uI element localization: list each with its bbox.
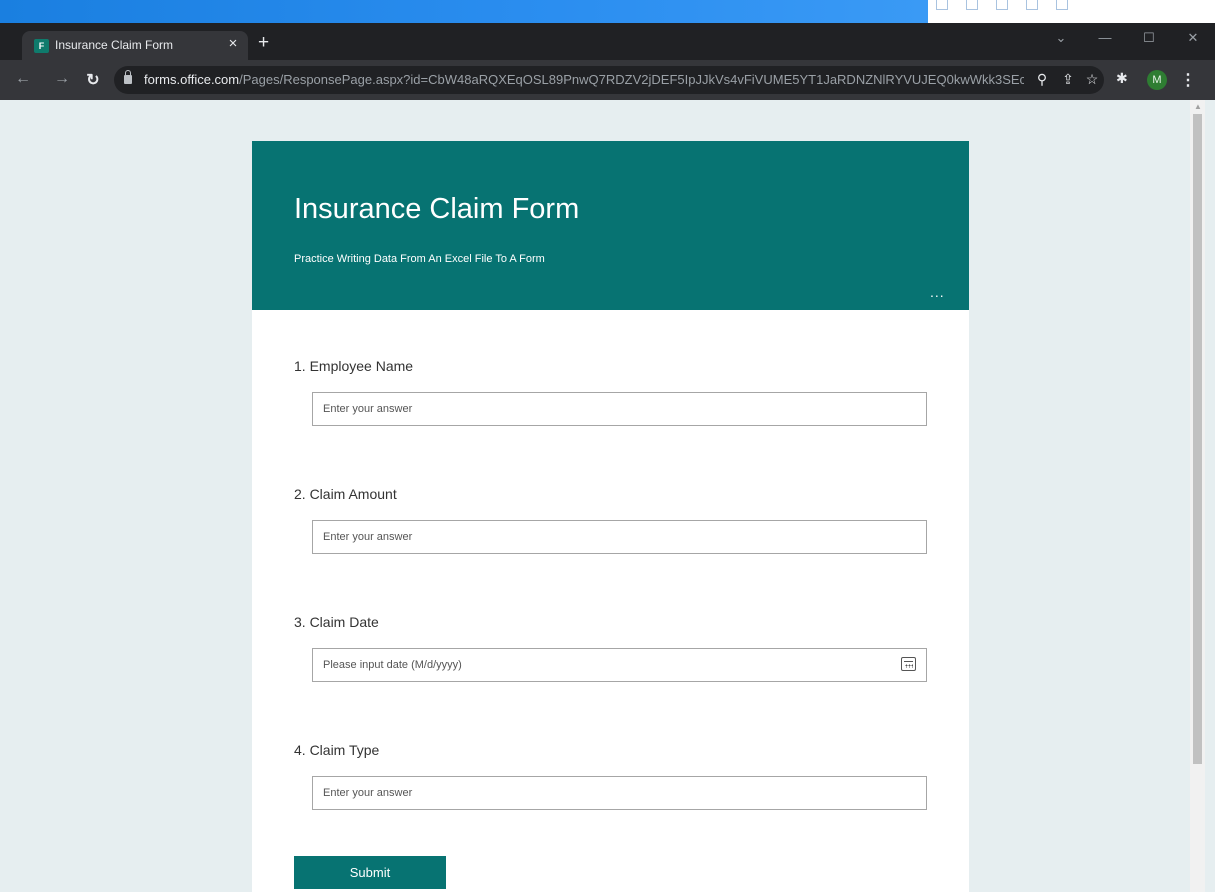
question-claim-amount: 2. Claim Amount xyxy=(294,486,927,554)
minimize-icon[interactable]: — xyxy=(1083,23,1127,53)
extensions-icon[interactable]: ✱ xyxy=(1116,70,1128,87)
menu-icon[interactable]: ⋮ xyxy=(1180,70,1196,90)
scroll-thumb[interactable] xyxy=(1193,114,1202,764)
scrollbar[interactable]: ▲ xyxy=(1190,100,1205,892)
close-window-icon[interactable]: ✕ xyxy=(1171,23,1215,53)
form-title: Insurance Claim Form xyxy=(294,193,580,225)
new-tab-button[interactable]: + xyxy=(258,32,269,54)
question-claim-date: 3. Claim Date xyxy=(294,614,927,682)
claim-amount-input[interactable] xyxy=(313,521,926,553)
question-label: 2. Claim Amount xyxy=(294,486,397,502)
answer-box[interactable] xyxy=(312,520,927,554)
desktop-icon xyxy=(996,0,1008,10)
page-viewport: Insurance Claim Form Practice Writing Da… xyxy=(0,100,1215,892)
browser-tab-bar: F Insurance Claim Form × + ⌄ — ☐ ✕ xyxy=(0,23,1215,60)
form-card: Insurance Claim Form Practice Writing Da… xyxy=(252,141,969,892)
scroll-up-icon[interactable]: ▲ xyxy=(1194,102,1202,111)
zoom-icon[interactable]: ⚲ xyxy=(1034,71,1050,88)
maximize-icon[interactable]: ☐ xyxy=(1127,23,1171,53)
submit-button[interactable]: Submit xyxy=(294,856,446,889)
desktop-icon xyxy=(936,0,948,10)
lock-icon[interactable] xyxy=(124,70,132,84)
desktop-wallpaper xyxy=(0,0,928,23)
claim-date-input[interactable] xyxy=(313,649,926,681)
answer-box[interactable] xyxy=(312,776,927,810)
address-bar[interactable]: forms.office.com/Pages/ResponsePage.aspx… xyxy=(114,66,1104,94)
browser-toolbar: ← → ↻ forms.office.com/Pages/ResponsePag… xyxy=(0,60,1215,100)
url-text[interactable]: forms.office.com/Pages/ResponsePage.aspx… xyxy=(144,72,1024,87)
share-icon[interactable]: ⇪ xyxy=(1060,71,1076,88)
tab-title: Insurance Claim Form xyxy=(55,38,174,52)
url-path: /Pages/ResponsePage.aspx?id=CbW48aRQXEqO… xyxy=(239,72,1024,87)
reload-icon[interactable]: ↻ xyxy=(84,70,102,90)
desktop-icon xyxy=(966,0,978,10)
back-icon[interactable]: ← xyxy=(14,70,32,88)
desktop-icon xyxy=(1056,0,1068,10)
answer-box[interactable] xyxy=(312,392,927,426)
calendar-icon[interactable] xyxy=(901,657,916,671)
question-label: 1. Employee Name xyxy=(294,358,414,374)
form-subtitle: Practice Writing Data From An Excel File… xyxy=(294,253,545,265)
window-controls: ⌄ — ☐ ✕ xyxy=(1039,23,1215,55)
forms-favicon-icon: F xyxy=(34,39,49,53)
more-options-icon[interactable]: ... xyxy=(930,284,945,300)
answer-box[interactable] xyxy=(312,648,927,682)
form-header: Insurance Claim Form Practice Writing Da… xyxy=(252,141,969,310)
desktop-icon xyxy=(1026,0,1038,10)
tab-search-icon[interactable]: ⌄ xyxy=(1039,23,1083,53)
browser-tab[interactable]: F Insurance Claim Form × xyxy=(22,31,248,60)
question-label: 4. Claim Type xyxy=(294,742,380,758)
question-employee-name: 1. Employee Name xyxy=(294,358,927,426)
url-host: forms.office.com xyxy=(144,72,240,87)
claim-type-input[interactable] xyxy=(313,777,926,809)
question-claim-type: 4. Claim Type xyxy=(294,742,927,810)
star-icon[interactable]: ☆ xyxy=(1084,71,1100,88)
profile-avatar[interactable]: M xyxy=(1147,70,1167,90)
question-label: 3. Claim Date xyxy=(294,614,379,630)
forward-icon[interactable]: → xyxy=(53,70,71,88)
tab-close-icon[interactable]: × xyxy=(224,35,242,52)
desktop-taskbar-icons xyxy=(936,0,1068,14)
employee-name-input[interactable] xyxy=(313,393,926,425)
